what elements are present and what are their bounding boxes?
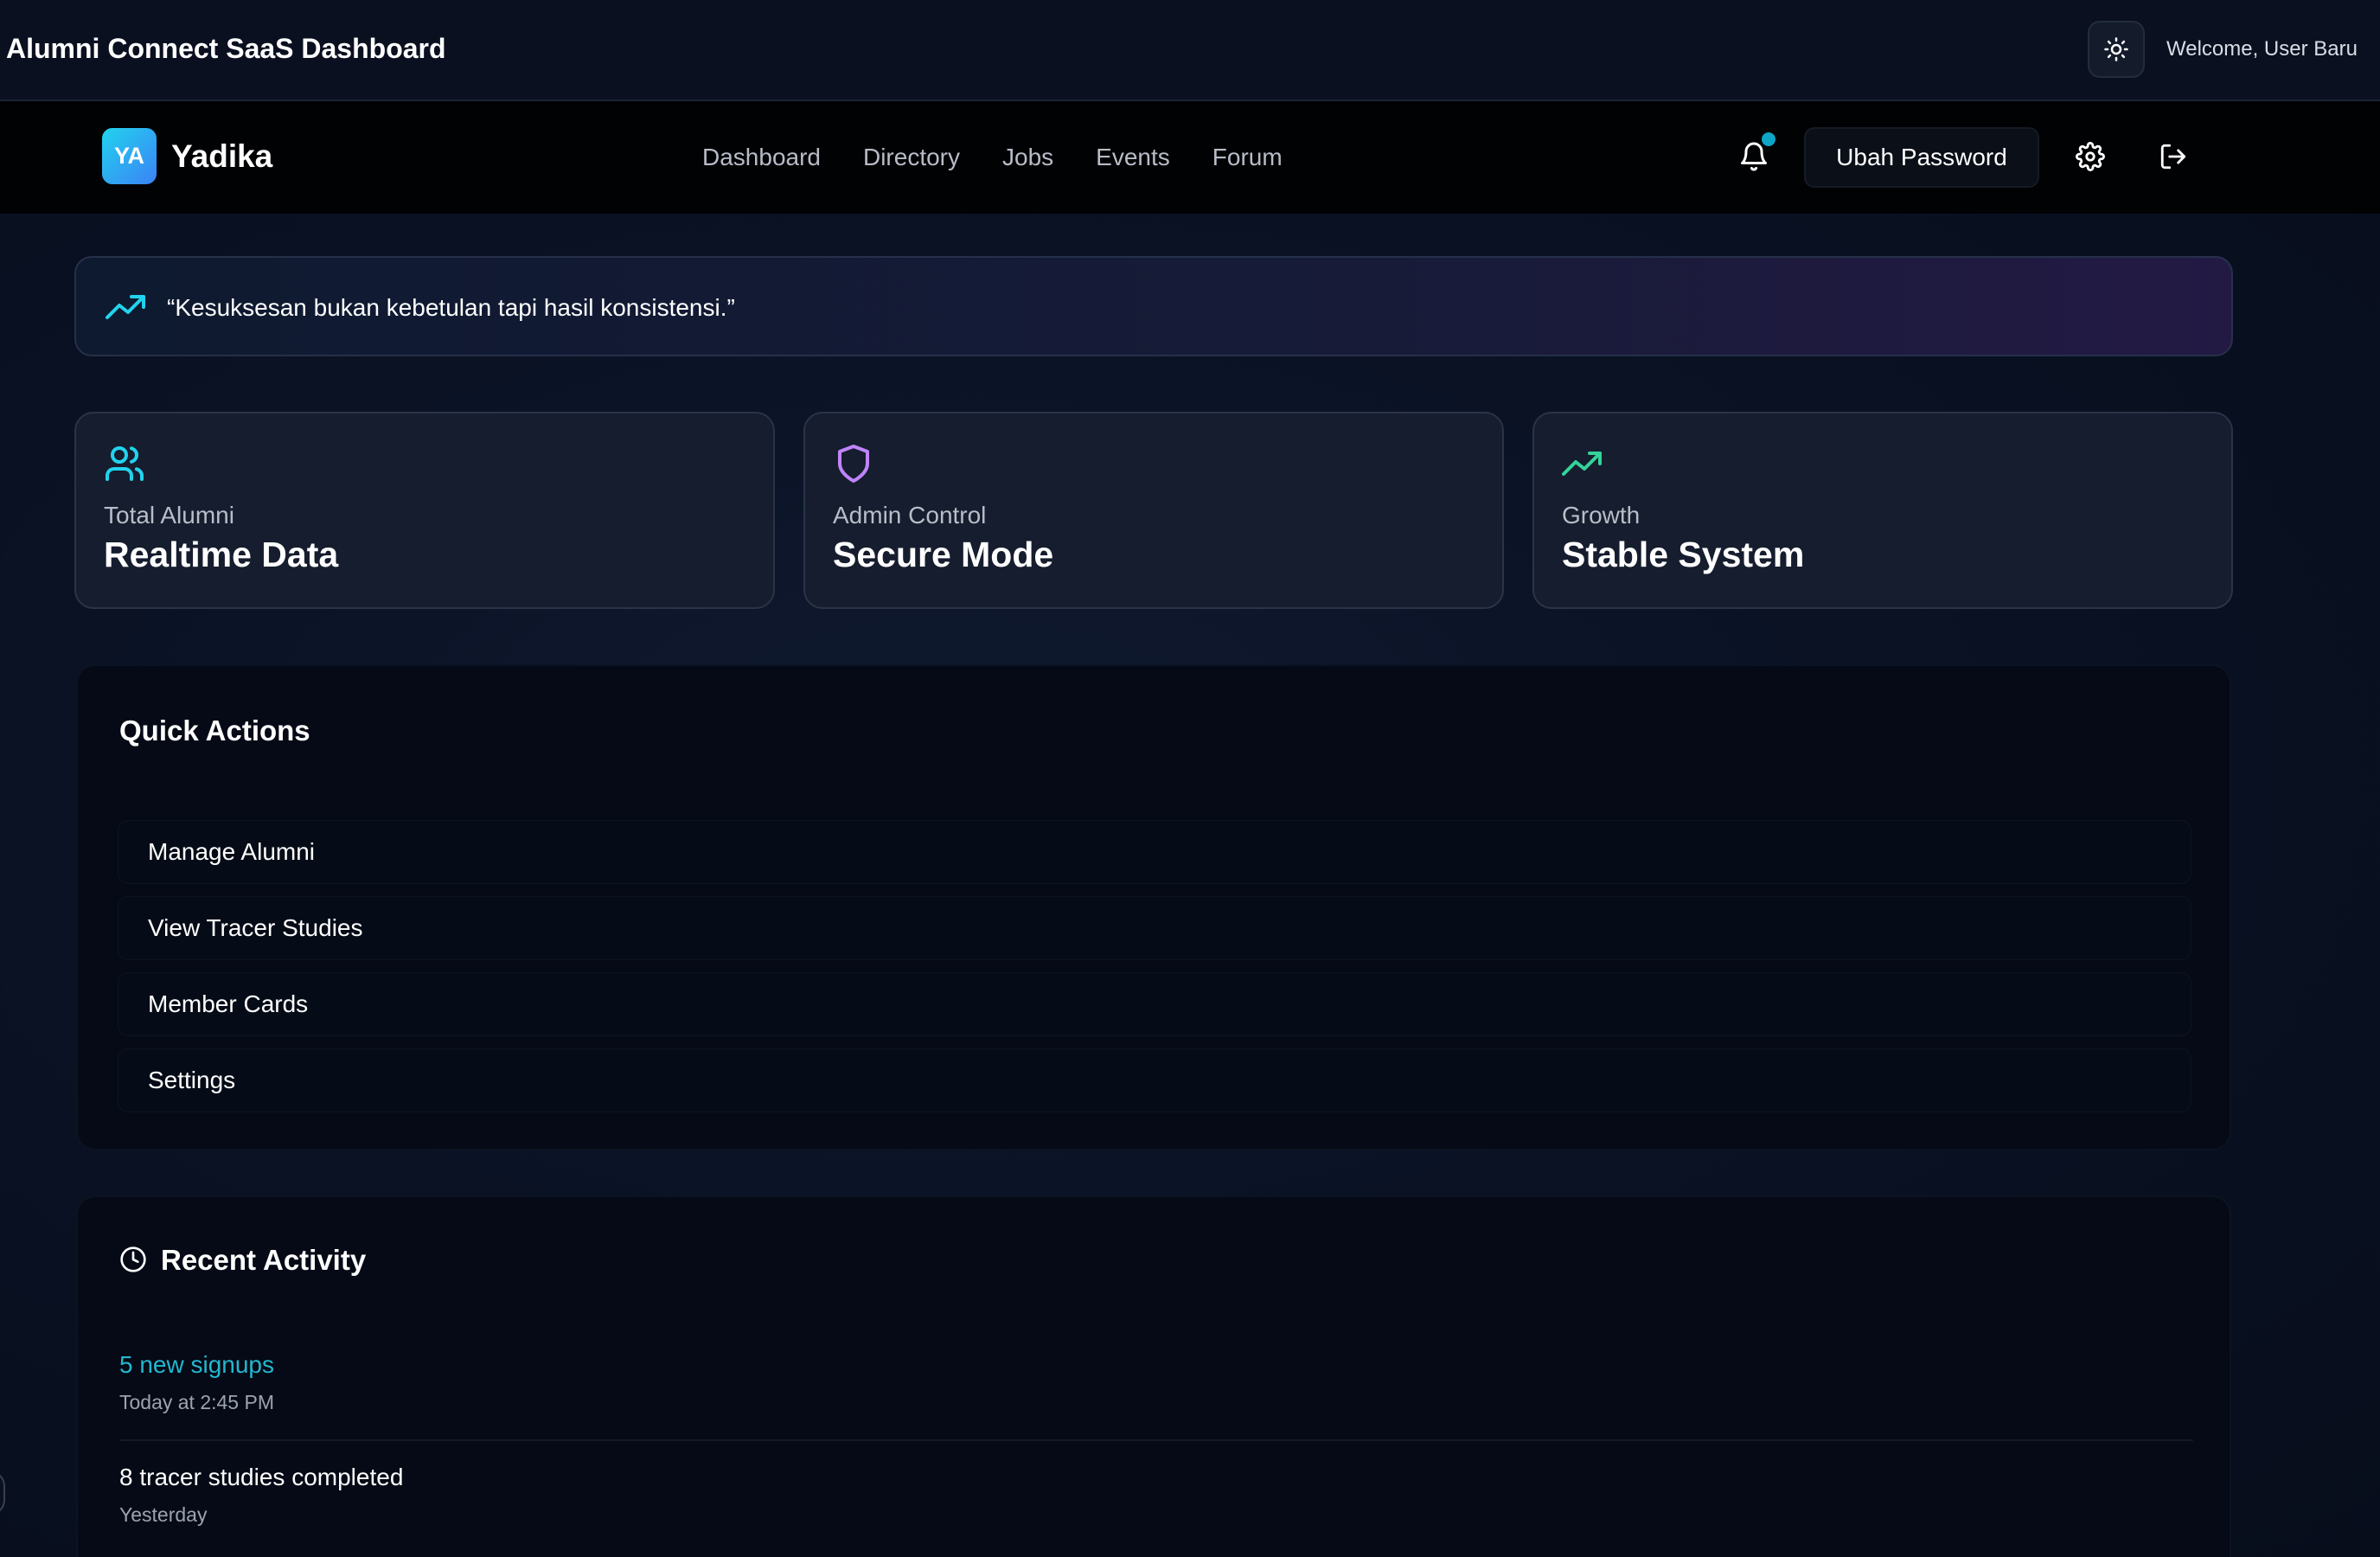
- app-title: Alumni Connect SaaS Dashboard: [6, 33, 446, 64]
- theme-toggle-button[interactable]: [2088, 21, 2145, 78]
- nav-links: Dashboard Directory Jobs Events Forum: [702, 144, 1283, 171]
- nav-link-dashboard[interactable]: Dashboard: [702, 144, 821, 171]
- nav-link-events[interactable]: Events: [1096, 144, 1170, 171]
- quick-action-member-cards[interactable]: Member Cards: [118, 972, 2191, 1036]
- nav-link-forum[interactable]: Forum: [1212, 144, 1283, 171]
- quote-banner: “Kesuksesan bukan kebetulan tapi hasil k…: [74, 256, 2233, 356]
- settings-button[interactable]: [2076, 142, 2105, 171]
- floating-edge-button[interactable]: [0, 1470, 5, 1515]
- nav-link-jobs[interactable]: Jobs: [1002, 144, 1053, 171]
- stat-card-growth: Growth Stable System: [1532, 412, 2233, 609]
- stat-value: Secure Mode: [833, 535, 1054, 574]
- top-app-bar: Alumni Connect SaaS Dashboard Welcome, U…: [0, 0, 2380, 101]
- activity-item-title: 5 new signups: [119, 1351, 275, 1378]
- stat-label: Admin Control: [833, 502, 987, 529]
- trending-up-icon: [106, 295, 145, 319]
- quick-action-manage-alumni[interactable]: Manage Alumni: [118, 820, 2191, 884]
- sun-icon: [2104, 37, 2128, 61]
- stat-value: Stable System: [1562, 535, 1805, 574]
- recent-activity-title: Recent Activity: [161, 1244, 367, 1276]
- activity-item-title: 8 tracer studies completed: [119, 1464, 404, 1490]
- notification-dot: [1762, 132, 1775, 146]
- logo-badge[interactable]: YA: [102, 128, 157, 184]
- nav-link-directory[interactable]: Directory: [863, 144, 960, 171]
- quick-action-view-tracer-studies[interactable]: View Tracer Studies: [118, 896, 2191, 960]
- change-password-button[interactable]: Ubah Password: [1804, 127, 2039, 188]
- stat-card-admin-control: Admin Control Secure Mode: [803, 412, 1504, 609]
- logout-icon: [2160, 144, 2186, 170]
- gear-icon: [2076, 142, 2105, 171]
- stat-label: Growth: [1562, 502, 1641, 529]
- quick-actions-title: Quick Actions: [119, 714, 310, 746]
- shield-icon: [838, 445, 869, 483]
- activity-item-time: Today at 2:45 PM: [119, 1391, 274, 1413]
- logout-button[interactable]: [2159, 142, 2188, 171]
- stat-card-total-alumni: Total Alumni Realtime Data: [74, 412, 775, 609]
- activity-item-time: Yesterday: [119, 1503, 208, 1526]
- trending-up-icon: [1562, 452, 1602, 476]
- stat-value: Realtime Data: [104, 535, 339, 574]
- quick-action-settings[interactable]: Settings: [118, 1048, 2191, 1112]
- brand-name[interactable]: Yadika: [171, 138, 272, 175]
- welcome-text: Welcome, User Baru: [2166, 37, 2358, 61]
- clock-icon: [120, 1246, 146, 1272]
- stat-label: Total Alumni: [104, 502, 234, 529]
- quick-actions-panel: Quick Actions Manage Alumni View Tracer …: [76, 664, 2231, 1150]
- users-icon: [106, 446, 144, 481]
- recent-activity-panel: Recent Activity 5 new signups Today at 2…: [76, 1195, 2231, 1557]
- activity-divider: [119, 1439, 2193, 1441]
- quote-text: “Kesuksesan bukan kebetulan tapi hasil k…: [167, 294, 735, 321]
